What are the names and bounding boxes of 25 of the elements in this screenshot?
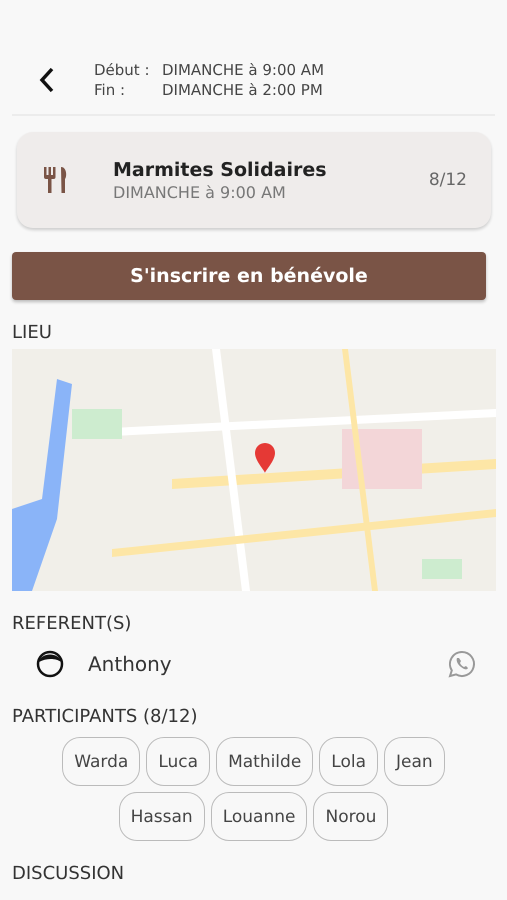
- time-label: Fin :: [94, 81, 126, 99]
- whatsapp-icon[interactable]: [447, 649, 477, 679]
- participant-chip: Warda: [62, 737, 140, 786]
- participant-chip: Mathilde: [216, 737, 314, 786]
- section-heading: PARTICIPANTS (8/12): [12, 706, 198, 727]
- time-value: DIMANCHE à 2:00 PM: [162, 81, 324, 99]
- section-heading: REFERENT(S): [12, 613, 132, 634]
- participant-chip: Luca: [146, 737, 210, 786]
- time-value: DIMANCHE à 9:00 AM: [162, 61, 324, 79]
- event-card[interactable]: Marmites Solidaires DIMANCHE à 9:00 AM 8/12: [17, 132, 491, 228]
- participant-count: 8/12: [428, 170, 467, 190]
- participant-chip: Jean: [384, 737, 445, 786]
- fork-knife-icon: [43, 165, 69, 195]
- participant-chip: Lola: [319, 737, 378, 786]
- section-heading: LIEU: [12, 322, 53, 343]
- participant-chip: Louanne: [210, 792, 308, 841]
- participant-chip: Hassan: [118, 792, 205, 841]
- avatar-icon: [36, 650, 64, 678]
- event-title: Marmites Solidaires: [113, 158, 328, 180]
- referent-name: Anthony: [88, 652, 173, 676]
- event-date: DIMANCHE à 9:00 AM: [113, 182, 287, 202]
- register-button[interactable]: S'inscrire en bénévole: [12, 252, 486, 300]
- section-heading: DISCUSSION: [12, 863, 126, 884]
- time-label: Début :: [94, 61, 151, 79]
- participant-chip: Norou: [313, 792, 388, 841]
